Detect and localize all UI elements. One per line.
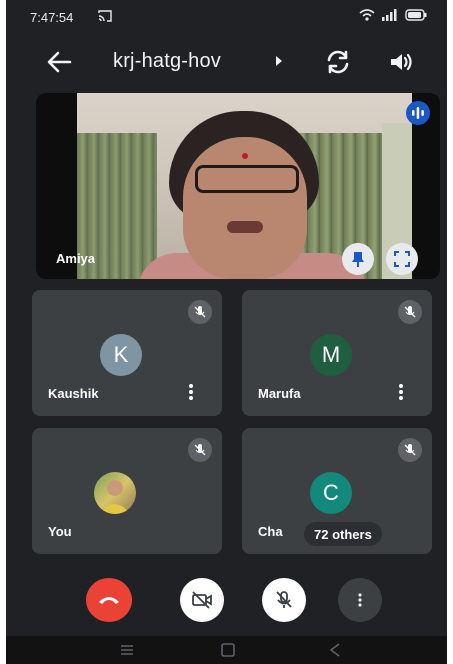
avatar: C	[310, 472, 352, 514]
recents-icon[interactable]	[118, 642, 136, 658]
wifi-icon	[359, 9, 375, 21]
mic-off-icon	[276, 591, 292, 608]
more-options-button[interactable]	[338, 578, 382, 622]
meeting-code[interactable]: krj-hatg-hov	[113, 50, 221, 73]
mic-toggle-button[interactable]	[262, 578, 306, 622]
status-time: 7:47:54	[30, 10, 74, 25]
camera-off-icon	[192, 591, 212, 609]
fullscreen-icon	[394, 251, 410, 267]
main-speaker-tile[interactable]: Amiya	[36, 93, 440, 279]
participant-tile[interactable]: C Cha 72 others	[242, 428, 432, 554]
participant-name: Marufa	[258, 386, 301, 401]
participant-name: Cha	[258, 524, 283, 539]
signal-icon	[382, 9, 397, 21]
avatar: M	[310, 334, 352, 376]
avatar-photo	[94, 472, 136, 514]
pin-icon	[352, 252, 364, 267]
participant-tile[interactable]: K Kaushik	[32, 290, 222, 416]
more-options-icon	[358, 593, 362, 607]
end-call-button[interactable]	[86, 578, 132, 622]
status-bar: 7:47:54	[6, 0, 447, 36]
status-icons	[359, 9, 427, 21]
participant-name: Kaushik	[48, 386, 99, 401]
mic-off-icon	[188, 438, 212, 462]
avatar: K	[100, 334, 142, 376]
call-controls	[6, 578, 447, 622]
pin-button[interactable]	[342, 243, 374, 275]
speaking-indicator-icon	[406, 101, 430, 125]
switch-camera-icon[interactable]	[324, 48, 352, 76]
cast-icon	[98, 10, 112, 22]
mic-off-icon	[398, 300, 422, 324]
arrow-back-icon[interactable]	[46, 50, 72, 74]
others-count-button[interactable]: 72 others	[304, 522, 382, 546]
home-icon[interactable]	[220, 642, 236, 658]
participant-tile-self[interactable]: You	[32, 428, 222, 554]
system-nav-bar	[6, 636, 447, 664]
back-nav-icon[interactable]	[328, 642, 342, 658]
more-vert-icon[interactable]	[186, 382, 196, 402]
meet-call-screen: 7:47:54 krj-hatg-hov Amiya K Kaushik M M…	[6, 0, 447, 664]
participant-name: You	[48, 524, 72, 539]
caret-right-icon[interactable]	[274, 54, 284, 68]
end-call-icon	[99, 597, 119, 604]
more-vert-icon[interactable]	[396, 382, 406, 402]
main-participant-name: Amiya	[56, 251, 96, 266]
battery-icon	[405, 9, 427, 21]
mic-off-icon	[398, 438, 422, 462]
fullscreen-button[interactable]	[386, 243, 418, 275]
mic-off-icon	[188, 300, 212, 324]
participant-tile[interactable]: M Marufa	[242, 290, 432, 416]
camera-toggle-button[interactable]	[180, 578, 224, 622]
meeting-toolbar: krj-hatg-hov	[6, 42, 447, 82]
speaker-icon[interactable]	[388, 50, 414, 74]
